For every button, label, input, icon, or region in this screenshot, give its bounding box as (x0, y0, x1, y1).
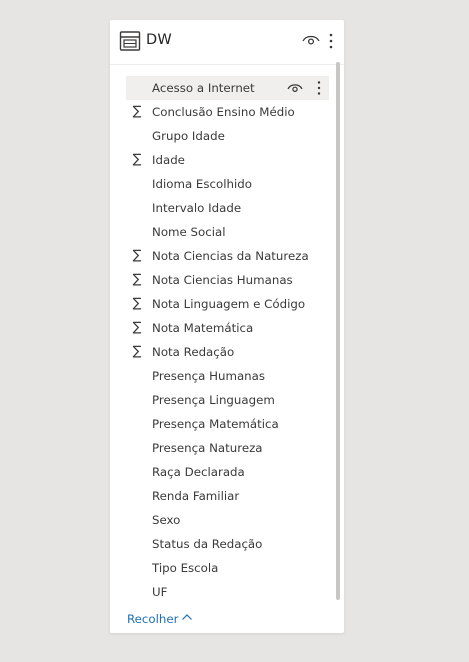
field-item[interactable]: Presença Matemática (126, 412, 329, 436)
field-label: Presença Linguagem (152, 393, 275, 407)
field-item[interactable]: Tipo Escola (126, 556, 329, 580)
table-header[interactable]: DW (110, 20, 344, 64)
field-label: Raça Declarada (152, 465, 245, 479)
scrollbar[interactable] (336, 62, 340, 600)
field-label: Idade (152, 153, 185, 167)
fields-pane: DW Acesso a Internet ∑ Conclusão Ensino Mé… (110, 20, 344, 633)
field-item[interactable]: Nome Social (126, 220, 329, 244)
field-item[interactable]: Idioma Escolhido (126, 172, 329, 196)
table-title: DW (146, 32, 172, 48)
field-label: Intervalo Idade (152, 201, 242, 215)
field-item[interactable]: ∑ Nota Redação (126, 340, 329, 364)
field-label: Nota Matemática (152, 321, 254, 335)
field-label: Nota Linguagem e Código (152, 297, 306, 311)
sigma-icon: ∑ (132, 320, 142, 335)
field-item[interactable]: Acesso a Internet (126, 76, 329, 100)
field-label: Nome Social (152, 225, 226, 239)
field-label: Sexo (152, 513, 181, 527)
field-label: Status da Redação (152, 537, 263, 551)
field-label: Acesso a Internet (152, 81, 255, 95)
field-item[interactable]: Status da Redação (126, 532, 329, 556)
field-label: Conclusão Ensino Médio (152, 105, 295, 119)
field-item[interactable]: Sexo (126, 508, 329, 532)
eye-icon[interactable] (302, 33, 320, 47)
header-divider (110, 64, 344, 65)
field-item[interactable]: ∑ Nota Ciencias Humanas (126, 268, 329, 292)
field-item[interactable]: Presença Natureza (126, 436, 329, 460)
sigma-icon: ∑ (132, 272, 142, 287)
field-item[interactable]: UF (126, 580, 329, 604)
field-label: Renda Familiar (152, 489, 240, 503)
field-item[interactable]: ∑ Conclusão Ensino Médio (126, 100, 329, 124)
table-icon (119, 31, 141, 51)
field-label: Presença Matemática (152, 417, 279, 431)
more-vertical-icon[interactable] (316, 80, 322, 96)
field-item[interactable]: ∑ Nota Ciencias da Natureza (126, 244, 329, 268)
field-label: Presença Natureza (152, 441, 263, 455)
field-item[interactable]: Renda Familiar (126, 484, 329, 508)
field-label: Grupo Idade (152, 129, 225, 143)
field-label: UF (152, 585, 168, 599)
field-label: Nota Redação (152, 345, 235, 359)
field-item[interactable]: Grupo Idade (126, 124, 329, 148)
collapse-button[interactable]: Recolher (127, 609, 193, 629)
sigma-icon: ∑ (132, 152, 142, 167)
field-label: Presença Humanas (152, 369, 266, 383)
chevron-up-icon (181, 614, 192, 620)
eye-icon[interactable] (287, 82, 303, 94)
sigma-icon: ∑ (132, 296, 142, 311)
field-label: Idioma Escolhido (152, 177, 252, 191)
field-item[interactable]: ∑ Nota Linguagem e Código (126, 292, 329, 316)
field-label: Nota Ciencias da Natureza (152, 249, 309, 263)
field-item[interactable]: Raça Declarada (126, 460, 329, 484)
field-item[interactable]: ∑ Idade (126, 148, 329, 172)
field-label: Tipo Escola (152, 561, 219, 575)
field-item[interactable]: Intervalo Idade (126, 196, 329, 220)
field-item[interactable]: Presença Humanas (126, 364, 329, 388)
more-vertical-icon[interactable] (327, 32, 335, 50)
field-list: Acesso a Internet ∑ Conclusão Ensino Médio… (126, 76, 329, 604)
sigma-icon: ∑ (132, 248, 142, 263)
sigma-icon: ∑ (132, 344, 142, 359)
collapse-label: Recolher (127, 612, 179, 626)
field-label: Nota Ciencias Humanas (152, 273, 293, 287)
field-item[interactable]: Presença Linguagem (126, 388, 329, 412)
sigma-icon: ∑ (132, 104, 142, 119)
field-item[interactable]: ∑ Nota Matemática (126, 316, 329, 340)
